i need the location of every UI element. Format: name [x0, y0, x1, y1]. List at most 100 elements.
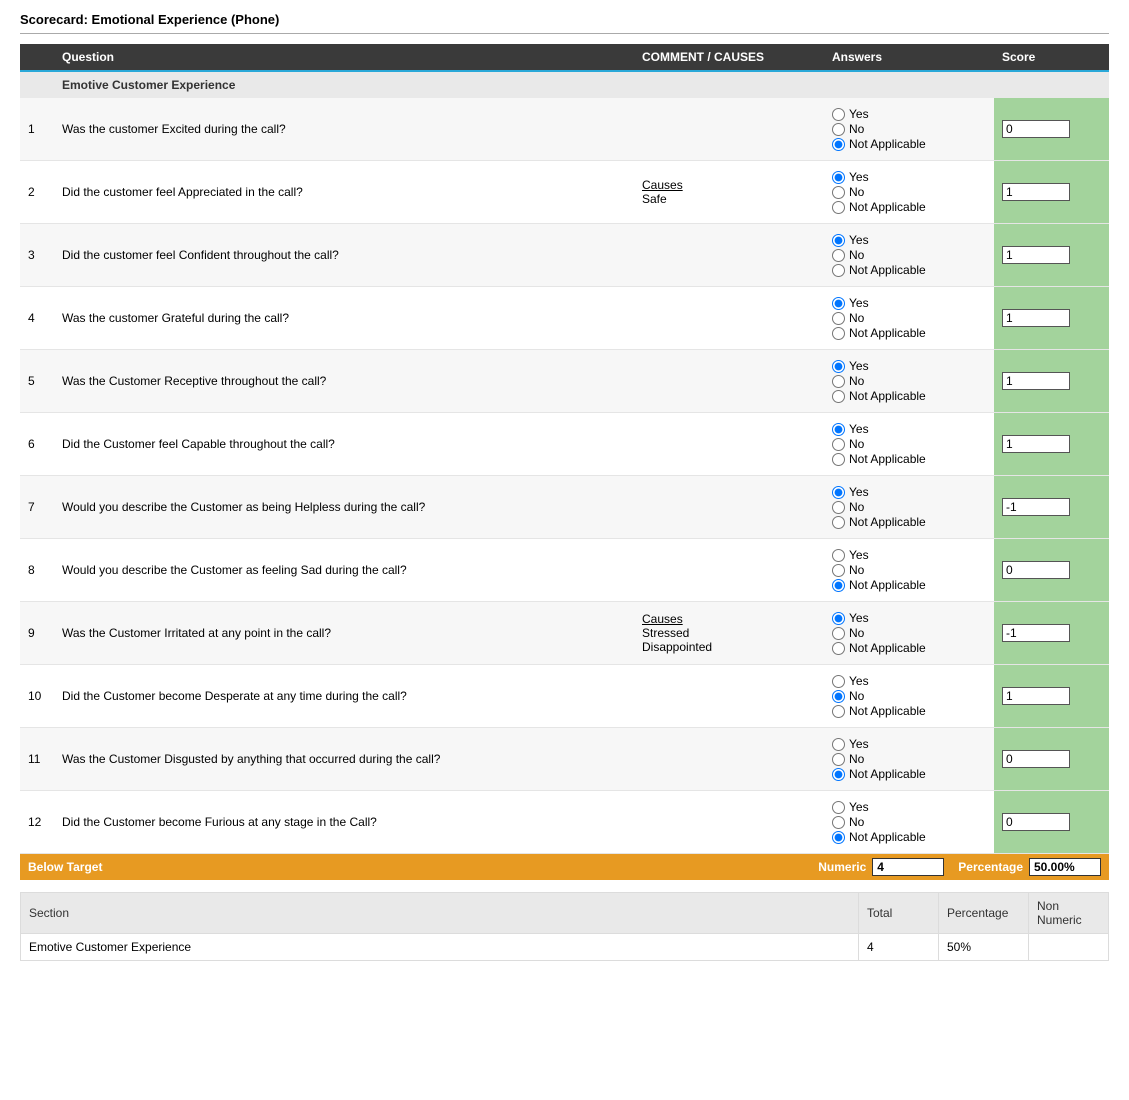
- answer-yes[interactable]: Yes: [832, 422, 986, 436]
- score-input[interactable]: [1002, 624, 1070, 642]
- radio-yes[interactable]: [832, 297, 845, 310]
- answer-label: Not Applicable: [849, 452, 926, 466]
- answer-label: Yes: [849, 422, 869, 436]
- radio-yes[interactable]: [832, 738, 845, 751]
- answer-na[interactable]: Not Applicable: [832, 326, 986, 340]
- score-input[interactable]: [1002, 372, 1070, 390]
- causes-cell: CausesSafe: [634, 161, 824, 224]
- answer-label: Not Applicable: [849, 200, 926, 214]
- answer-label: Yes: [849, 548, 869, 562]
- answer-na[interactable]: Not Applicable: [832, 452, 986, 466]
- radio-na[interactable]: [832, 201, 845, 214]
- radio-yes[interactable]: [832, 171, 845, 184]
- score-input[interactable]: [1002, 246, 1070, 264]
- radio-yes[interactable]: [832, 360, 845, 373]
- score-input[interactable]: [1002, 498, 1070, 516]
- answer-na[interactable]: Not Applicable: [832, 704, 986, 718]
- radio-na[interactable]: [832, 264, 845, 277]
- radio-yes[interactable]: [832, 612, 845, 625]
- score-input[interactable]: [1002, 750, 1070, 768]
- answer-no[interactable]: No: [832, 689, 986, 703]
- radio-no[interactable]: [832, 501, 845, 514]
- answer-no[interactable]: No: [832, 815, 986, 829]
- radio-na[interactable]: [832, 453, 845, 466]
- score-input[interactable]: [1002, 309, 1070, 327]
- summary-col-section: Section: [21, 893, 859, 934]
- radio-no[interactable]: [832, 690, 845, 703]
- row-index: 7: [20, 476, 54, 539]
- answer-no[interactable]: No: [832, 563, 986, 577]
- answer-no[interactable]: No: [832, 374, 986, 388]
- radio-no[interactable]: [832, 186, 845, 199]
- answer-yes[interactable]: Yes: [832, 611, 986, 625]
- radio-na[interactable]: [832, 642, 845, 655]
- radio-yes[interactable]: [832, 108, 845, 121]
- radio-yes[interactable]: [832, 801, 845, 814]
- answer-label: No: [849, 185, 864, 199]
- answer-no[interactable]: No: [832, 752, 986, 766]
- radio-yes[interactable]: [832, 423, 845, 436]
- radio-no[interactable]: [832, 816, 845, 829]
- score-input[interactable]: [1002, 561, 1070, 579]
- answer-na[interactable]: Not Applicable: [832, 641, 986, 655]
- radio-yes[interactable]: [832, 234, 845, 247]
- radio-no[interactable]: [832, 123, 845, 136]
- answer-yes[interactable]: Yes: [832, 170, 986, 184]
- answer-yes[interactable]: Yes: [832, 548, 986, 562]
- answer-label: Yes: [849, 737, 869, 751]
- answer-na[interactable]: Not Applicable: [832, 515, 986, 529]
- score-input[interactable]: [1002, 120, 1070, 138]
- score-input[interactable]: [1002, 435, 1070, 453]
- radio-no[interactable]: [832, 249, 845, 262]
- answer-na[interactable]: Not Applicable: [832, 767, 986, 781]
- score-input[interactable]: [1002, 183, 1070, 201]
- radio-no[interactable]: [832, 627, 845, 640]
- answer-na[interactable]: Not Applicable: [832, 263, 986, 277]
- radio-na[interactable]: [832, 705, 845, 718]
- summary-non: [1029, 934, 1109, 961]
- answer-na[interactable]: Not Applicable: [832, 137, 986, 151]
- score-input[interactable]: [1002, 687, 1070, 705]
- radio-na[interactable]: [832, 579, 845, 592]
- answer-yes[interactable]: Yes: [832, 800, 986, 814]
- answer-yes[interactable]: Yes: [832, 107, 986, 121]
- answer-yes[interactable]: Yes: [832, 233, 986, 247]
- radio-yes[interactable]: [832, 675, 845, 688]
- answer-na[interactable]: Not Applicable: [832, 578, 986, 592]
- answer-na[interactable]: Not Applicable: [832, 830, 986, 844]
- summary-percentage: 50%: [939, 934, 1029, 961]
- answer-no[interactable]: No: [832, 122, 986, 136]
- radio-na[interactable]: [832, 390, 845, 403]
- percentage-value[interactable]: [1029, 858, 1101, 876]
- score-input[interactable]: [1002, 813, 1070, 831]
- radio-no[interactable]: [832, 753, 845, 766]
- answer-yes[interactable]: Yes: [832, 359, 986, 373]
- radio-na[interactable]: [832, 831, 845, 844]
- answer-no[interactable]: No: [832, 248, 986, 262]
- answer-yes[interactable]: Yes: [832, 485, 986, 499]
- numeric-value[interactable]: [872, 858, 944, 876]
- col-idx: [20, 44, 54, 71]
- answer-yes[interactable]: Yes: [832, 674, 986, 688]
- answer-na[interactable]: Not Applicable: [832, 200, 986, 214]
- answer-no[interactable]: No: [832, 311, 986, 325]
- answer-no[interactable]: No: [832, 185, 986, 199]
- answer-yes[interactable]: Yes: [832, 737, 986, 751]
- answer-no[interactable]: No: [832, 437, 986, 451]
- radio-no[interactable]: [832, 375, 845, 388]
- answer-na[interactable]: Not Applicable: [832, 389, 986, 403]
- radio-no[interactable]: [832, 438, 845, 451]
- radio-no[interactable]: [832, 312, 845, 325]
- radio-yes[interactable]: [832, 549, 845, 562]
- radio-na[interactable]: [832, 138, 845, 151]
- radio-na[interactable]: [832, 327, 845, 340]
- radio-na[interactable]: [832, 768, 845, 781]
- radio-yes[interactable]: [832, 486, 845, 499]
- radio-no[interactable]: [832, 564, 845, 577]
- answer-no[interactable]: No: [832, 626, 986, 640]
- answer-yes[interactable]: Yes: [832, 296, 986, 310]
- radio-na[interactable]: [832, 516, 845, 529]
- answer-no[interactable]: No: [832, 500, 986, 514]
- question-text: Was the Customer Irritated at any point …: [54, 602, 634, 665]
- answer-label: Not Applicable: [849, 704, 926, 718]
